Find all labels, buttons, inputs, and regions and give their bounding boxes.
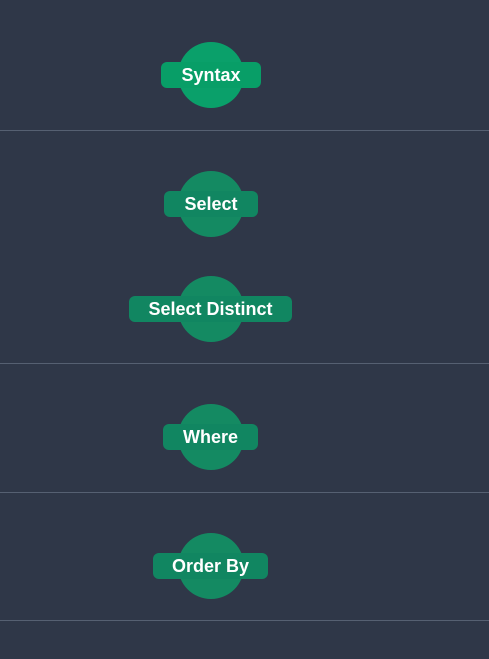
node-label: Select Distinct bbox=[129, 296, 292, 322]
node-label: Where bbox=[163, 424, 258, 450]
node-label: Syntax bbox=[161, 62, 261, 88]
node-label: Select bbox=[164, 191, 258, 217]
section-select bbox=[0, 131, 489, 364]
node-label: Order By bbox=[153, 553, 268, 579]
